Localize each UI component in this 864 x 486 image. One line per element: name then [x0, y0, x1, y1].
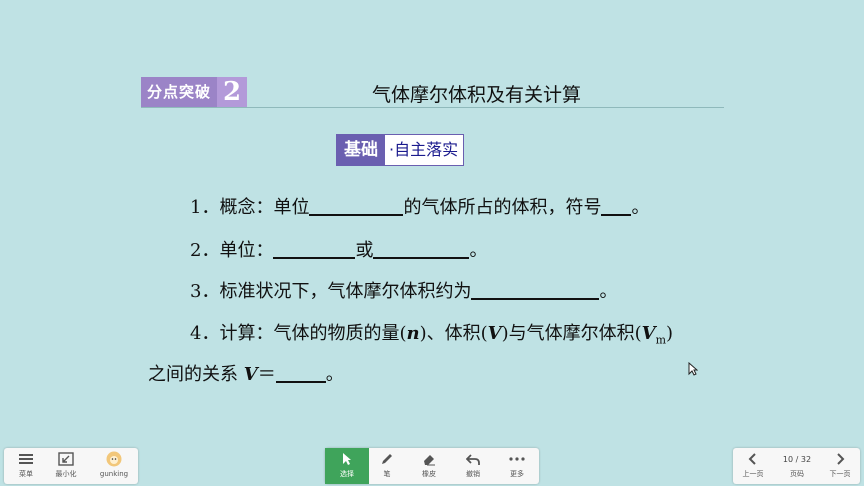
item-2-text-a: 2．单位： [190, 240, 274, 261]
menu-icon [4, 448, 48, 470]
basics-tag: 基础 ·自主落实 [336, 134, 465, 166]
right-toolbar: 上一页 10 / 32 页码 下一页 [733, 448, 860, 484]
next-page-label: 下一页 [829, 470, 851, 478]
section-badge-number: 2 [217, 77, 248, 107]
item-5-text-a: 之间的关系 [148, 364, 244, 385]
eraser-tool-label: 橡皮 [422, 470, 436, 478]
eraser-icon [407, 448, 451, 470]
pen-icon [365, 448, 409, 470]
select-tool-label: 选择 [340, 470, 354, 478]
pen-tool-label: 笔 [383, 470, 391, 478]
item-4-var-vm: V [641, 323, 656, 344]
section-badge: 分点突破 2 [141, 77, 248, 107]
minimize-icon [44, 448, 88, 470]
prev-page-button[interactable]: 上一页 [733, 448, 773, 484]
user-button[interactable]: gunking [90, 448, 138, 484]
item-4-subscript-m: m [655, 333, 667, 347]
item-5-text-b: ＝ [257, 364, 276, 385]
item-4-var-v: V [487, 323, 502, 344]
chevron-right-icon [820, 448, 860, 470]
select-tool-button[interactable]: 选择 [325, 448, 369, 484]
item-2-text-c: 。 [469, 240, 488, 261]
pen-tool-button[interactable]: 笔 [365, 448, 409, 484]
item-4-text-b: )、体积( [419, 323, 488, 344]
item-5-var-v: V [243, 364, 258, 385]
section-badge-label: 分点突破 [141, 77, 218, 107]
menu-label: 菜单 [19, 470, 33, 478]
slide-canvas: 分点突破 2 气体摩尔体积及有关计算 基础 ·自主落实 1．概念：单位 的气体所占… [0, 0, 864, 448]
item-1-text-b: 的气体所占的体积，符号 [403, 197, 602, 218]
item-4-text-a: 4．计算：气体的物质的量( [190, 323, 407, 344]
basics-tag-left: 基础 [337, 135, 385, 165]
undo-label: 撤销 [466, 470, 480, 478]
page-label: 页码 [790, 470, 804, 478]
undo-button[interactable]: 撤销 [451, 448, 495, 484]
blank-4 [373, 239, 470, 259]
mouse-cursor-icon [688, 362, 698, 376]
blank-1 [309, 196, 404, 216]
center-toolbar: 选择 笔 橡皮 撤销 更多 [325, 448, 539, 484]
undo-icon [451, 448, 495, 470]
item-4-text-c: )与气体摩尔体积( [501, 323, 642, 344]
item-2: 2．单位： 或 。 [190, 236, 487, 262]
basics-tag-right: ·自主落实 [389, 140, 459, 159]
minimize-label: 最小化 [55, 470, 77, 478]
next-page-button[interactable]: 下一页 [820, 448, 860, 484]
cursor-arrow-icon [325, 448, 369, 470]
item-1-text-c: 。 [631, 197, 650, 218]
item-1: 1．概念：单位 的气体所占的体积，符号 。 [190, 193, 649, 219]
item-3: 3．标准状况下，气体摩尔体积约为 。 [190, 277, 617, 303]
blank-2 [601, 196, 632, 216]
avatar-icon [90, 448, 138, 470]
user-label: gunking [99, 470, 129, 478]
title-divider [141, 107, 724, 108]
left-toolbar: 菜单 最小化 gunking [4, 448, 138, 484]
menu-button[interactable]: 菜单 [4, 448, 48, 484]
minimize-button[interactable]: 最小化 [44, 448, 88, 484]
item-4-var-n: n [406, 323, 420, 344]
item-3-text-a: 3．标准状况下，气体摩尔体积约为 [190, 281, 472, 302]
eraser-tool-button[interactable]: 橡皮 [407, 448, 451, 484]
blank-5 [471, 280, 600, 300]
section-title: 气体摩尔体积及有关计算 [372, 84, 582, 106]
item-3-text-b: 。 [599, 281, 618, 302]
more-icon [495, 448, 539, 470]
blank-3 [273, 239, 356, 259]
item-2-text-b: 或 [355, 240, 374, 261]
page-indicator: 10 / 32 [782, 454, 812, 464]
item-5-text-c: 。 [325, 364, 344, 385]
page-indicator-button[interactable]: 10 / 32 页码 [775, 448, 819, 484]
item-4-continued: 之间的关系 V＝ 。 [148, 360, 344, 386]
more-button[interactable]: 更多 [495, 448, 539, 484]
item-1-text-a: 1．概念：单位 [190, 197, 310, 218]
item-4: 4．计算：气体的物质的量(n)、体积(V)与气体摩尔体积(Vm) [190, 319, 673, 347]
chevron-left-icon [733, 448, 773, 470]
more-label: 更多 [510, 470, 524, 478]
item-4-text-d: ) [666, 323, 674, 344]
blank-6 [275, 363, 326, 383]
prev-page-label: 上一页 [742, 470, 764, 478]
